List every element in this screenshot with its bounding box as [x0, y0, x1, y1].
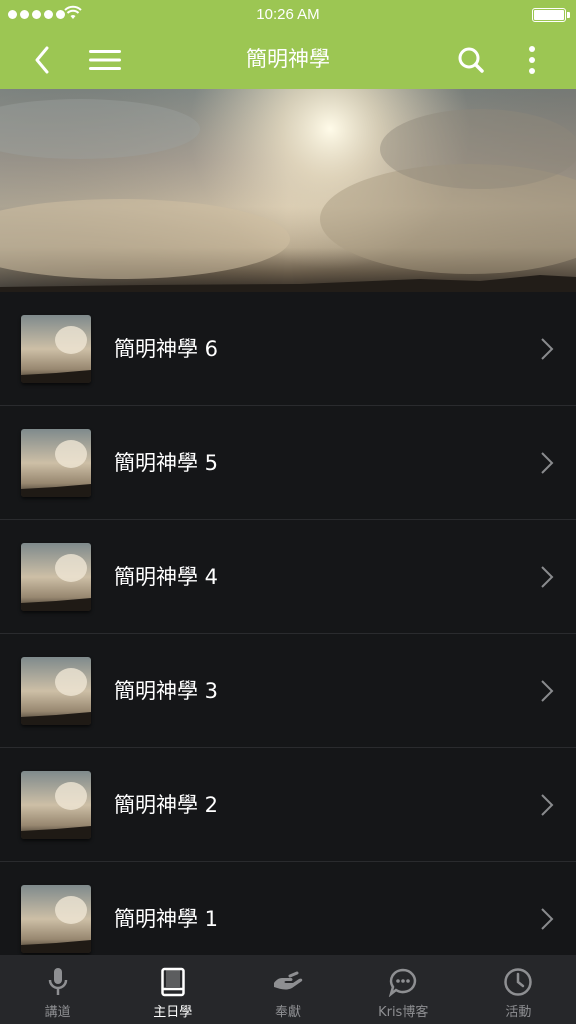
tab-label: Kris博客 [378, 1005, 429, 1020]
offering-hand-icon [274, 971, 303, 990]
lesson-thumbnail [21, 429, 91, 497]
list-item-title: 簡明神學 1 [114, 907, 219, 931]
menu-button[interactable] [82, 30, 128, 89]
clock-icon [504, 968, 533, 996]
chevron-right-icon [541, 452, 554, 474]
more-options-button[interactable] [512, 30, 552, 89]
lesson-thumbnail [21, 771, 91, 839]
microphone-icon [48, 968, 67, 995]
battery-icon [532, 8, 570, 22]
chevron-right-icon [541, 338, 554, 360]
list-item-title: 簡明神學 6 [114, 337, 219, 361]
tab-kris-blog[interactable]: Kris博客 [346, 955, 461, 1024]
search-button[interactable] [448, 30, 494, 89]
search-icon [458, 47, 484, 73]
book-icon [161, 967, 185, 997]
lesson-thumbnail [21, 657, 91, 725]
list-item-title: 簡明神學 4 [114, 565, 219, 589]
tab-label: 主日學 [153, 1005, 193, 1020]
bottom-tab-bar: 講道 主日學 奉獻 Kris博客 活動 [0, 955, 576, 1024]
list-item[interactable]: 簡明神學 5 [0, 406, 576, 520]
vertical-ellipsis-icon [529, 45, 535, 74]
hamburger-menu-icon [89, 49, 121, 70]
chevron-right-icon [541, 680, 554, 702]
tab-sunday-school[interactable]: 主日學 [115, 955, 230, 1024]
app-header: 簡明神學 [0, 30, 576, 89]
sky-clouds-image [0, 89, 576, 292]
list-item-title: 簡明神學 5 [114, 451, 219, 475]
tab-label: 奉獻 [275, 1005, 302, 1020]
chat-bubble-icon [389, 968, 417, 997]
status-time: 10:26 AM [256, 6, 320, 23]
chevron-right-icon [541, 566, 554, 588]
tab-label: 活動 [505, 1005, 532, 1020]
status-bar: 10:26 AM [0, 0, 576, 30]
list-item[interactable]: 簡明神學 3 [0, 634, 576, 748]
list-item[interactable]: 簡明神學 2 [0, 748, 576, 862]
list-item[interactable]: 簡明神學 1 [0, 862, 576, 955]
list-item-title: 簡明神學 3 [114, 679, 219, 703]
lesson-thumbnail [21, 885, 91, 953]
tab-offering[interactable]: 奉獻 [230, 955, 345, 1024]
lesson-thumbnail [21, 543, 91, 611]
back-button[interactable] [22, 30, 62, 89]
lesson-thumbnail [21, 315, 91, 383]
chevron-left-icon [35, 46, 49, 73]
chevron-right-icon [541, 794, 554, 816]
hero-banner-image [0, 89, 576, 292]
list-item-title: 簡明神學 2 [114, 793, 219, 817]
list-item[interactable]: 簡明神學 6 [0, 292, 576, 406]
lesson-list: 簡明神學 6 簡明神學 5 簡明神學 4 簡明神學 3 簡明神學 2 簡明神學 [0, 292, 576, 955]
chevron-right-icon [541, 908, 554, 930]
tab-label: 講道 [44, 1005, 71, 1020]
list-item[interactable]: 簡明神學 4 [0, 520, 576, 634]
tab-events[interactable]: 活動 [461, 955, 576, 1024]
tab-sermons[interactable]: 講道 [0, 955, 115, 1024]
